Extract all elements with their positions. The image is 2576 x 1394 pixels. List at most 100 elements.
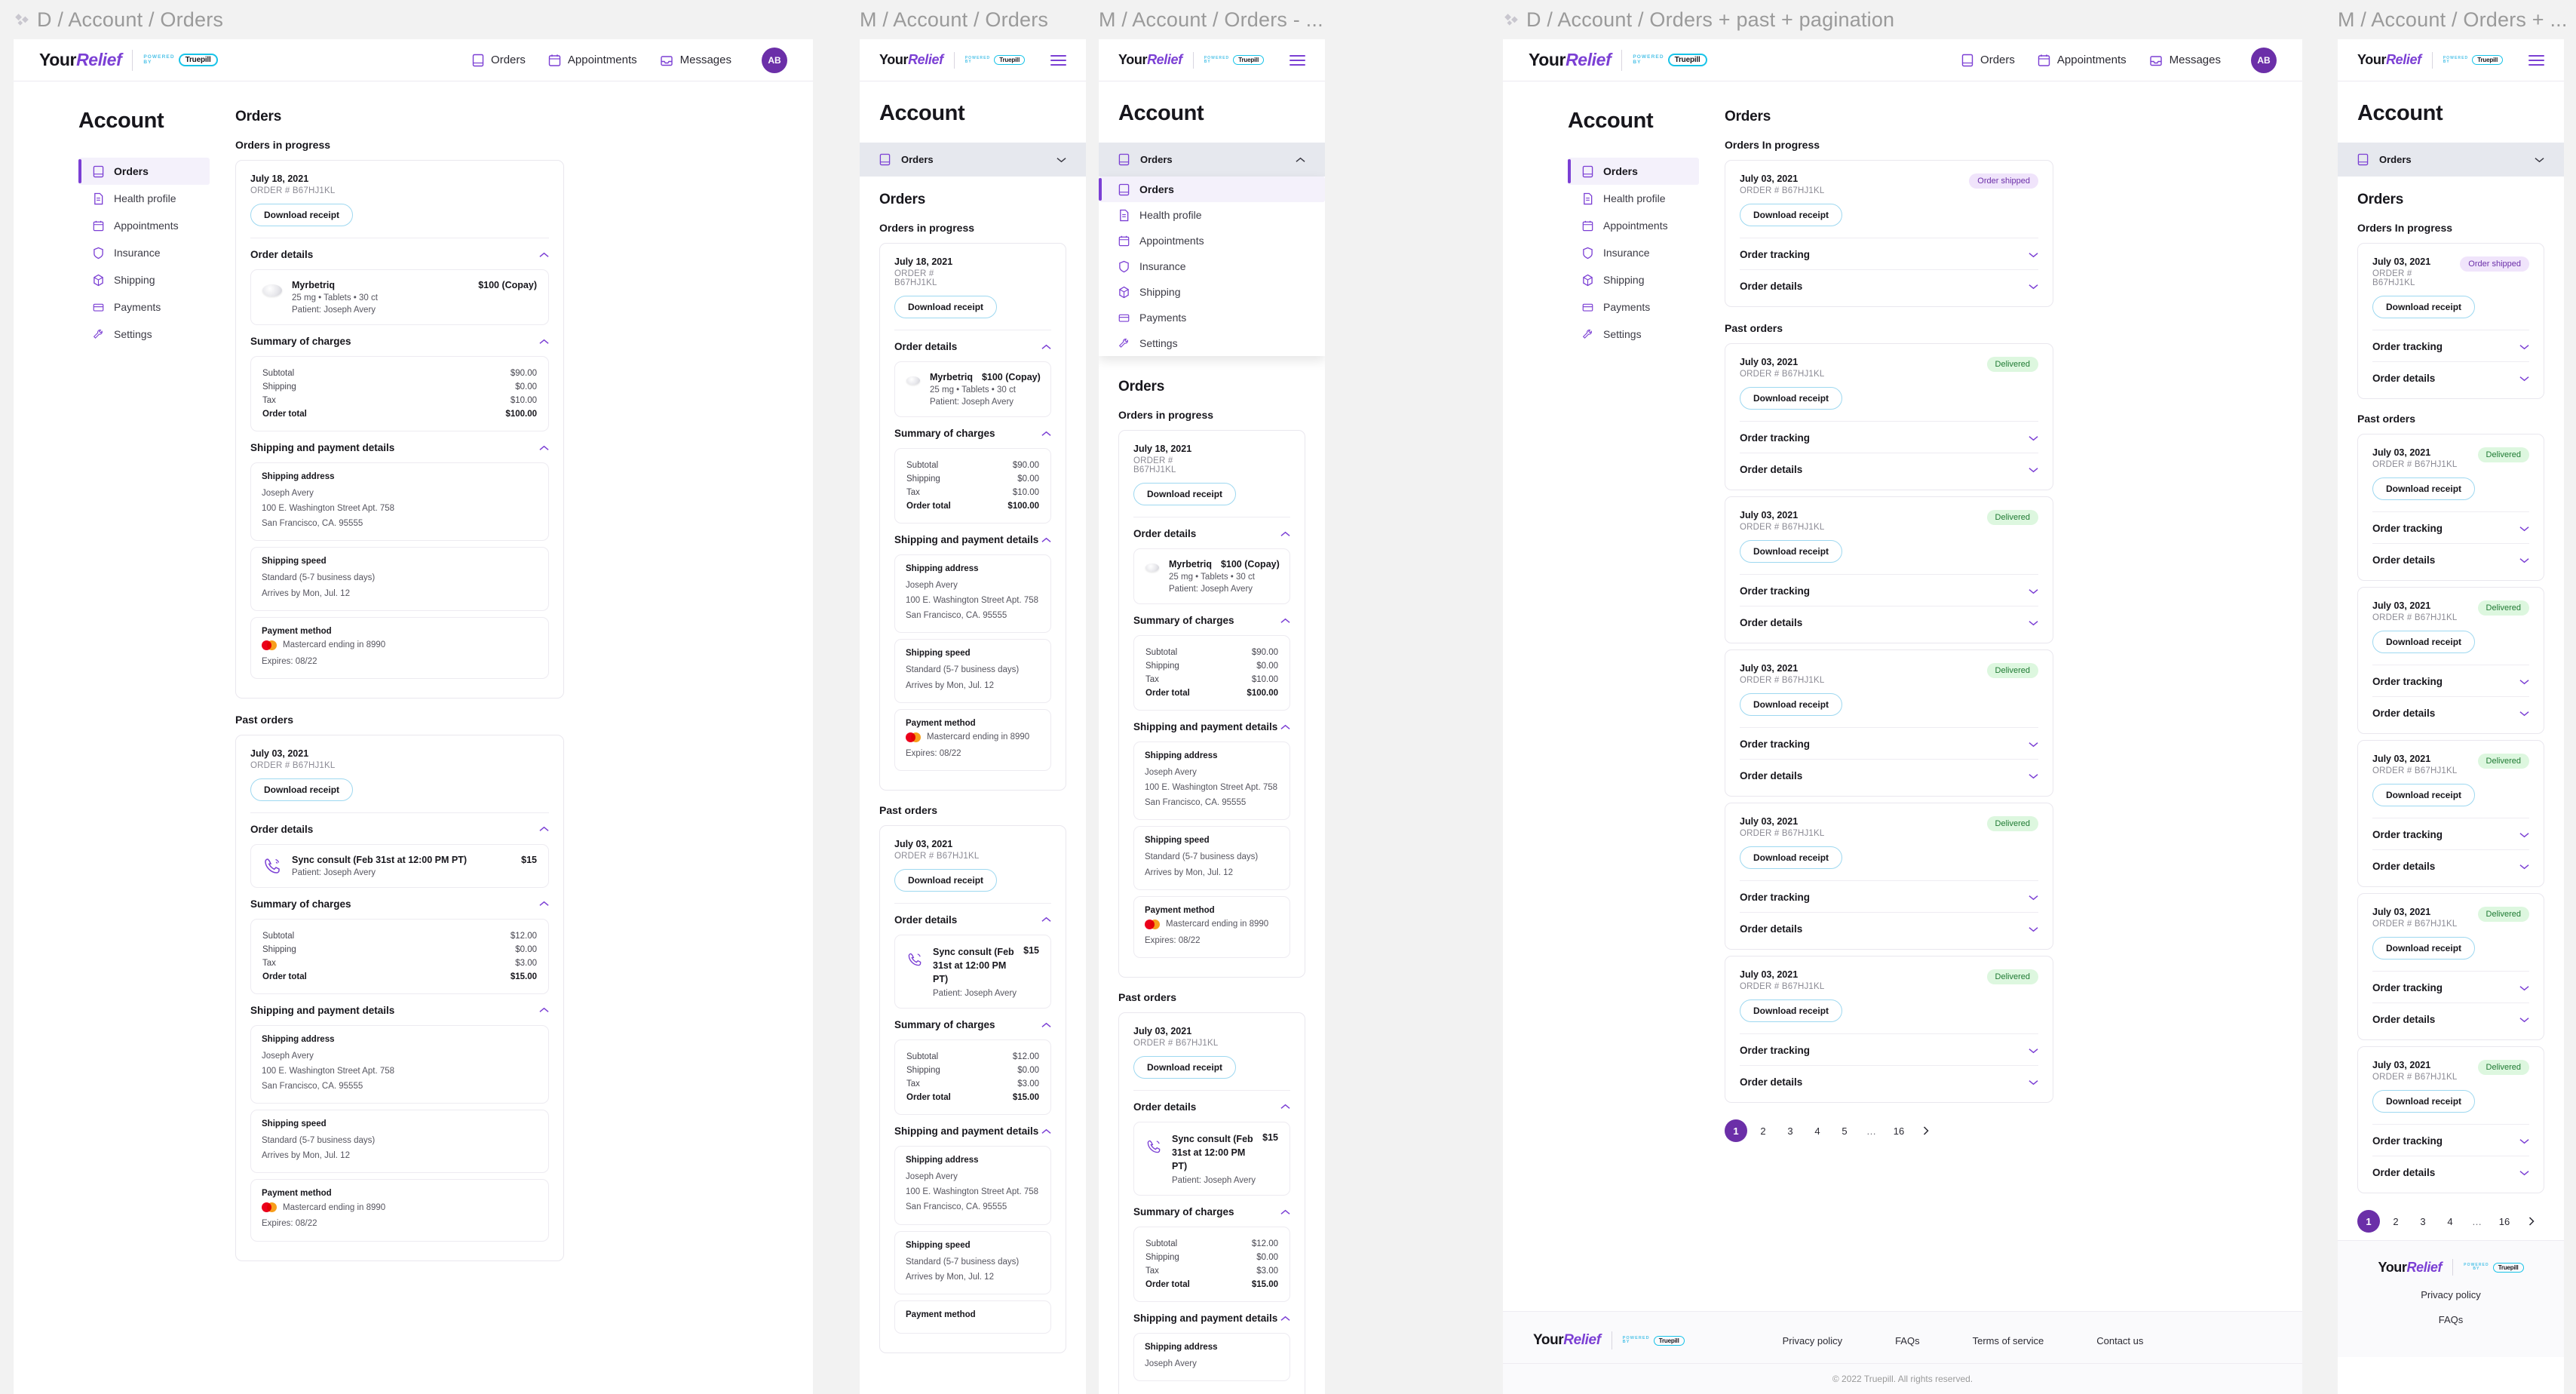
download-receipt-button[interactable]: Download receipt [1740, 846, 1843, 869]
order-tracking-section-header[interactable]: Order tracking [2372, 512, 2529, 543]
download-receipt-button[interactable]: Download receipt [2372, 1090, 2476, 1113]
sidebar-item-health-profile[interactable]: Health profile [1568, 185, 1699, 212]
sidebar-item-orders[interactable]: Orders [1099, 177, 1325, 202]
sidebar-item-appointments[interactable]: Appointments [78, 212, 210, 239]
sidebar-item-orders[interactable]: Orders [1568, 158, 1699, 185]
summary-section-header[interactable]: Summary of charges [894, 1009, 1051, 1039]
pagination-page[interactable]: 3 [2412, 1210, 2434, 1233]
nav-messages[interactable]: Messages [660, 54, 731, 66]
order-details-section-header[interactable]: Order details [2372, 544, 2529, 567]
footer-link-privacy[interactable]: Privacy policy [1783, 1335, 1842, 1346]
pagination-page[interactable]: 2 [1752, 1119, 1774, 1142]
order-details-section-header[interactable]: Order details [2372, 1003, 2529, 1027]
download-receipt-button[interactable]: Download receipt [894, 868, 998, 892]
download-receipt-button[interactable]: Download receipt [1740, 999, 1843, 1022]
sidebar-item-payments[interactable]: Payments [78, 293, 210, 321]
shipping-payment-section-header[interactable]: Shipping and payment details [250, 994, 549, 1025]
sidebar-item-appointments[interactable]: Appointments [1568, 212, 1699, 239]
shipping-payment-section-header[interactable]: Shipping and payment details [1133, 1302, 1290, 1333]
sidebar-item-orders[interactable]: Orders [78, 158, 210, 185]
brand-logo[interactable]: YourRelief POWERED BY Truepill [39, 49, 218, 71]
pagination-page[interactable]: 16 [2493, 1210, 2516, 1233]
pagination-next[interactable] [2520, 1210, 2543, 1233]
order-details-section-header[interactable]: Order details [2372, 362, 2529, 385]
pagination-page[interactable]: 1 [1725, 1119, 1747, 1142]
brand-logo[interactable]: YourRelief POWERED BY Truepill [1529, 49, 1707, 71]
download-receipt-button[interactable]: Download receipt [2372, 937, 2476, 960]
order-tracking-section-header[interactable]: Order tracking [1740, 728, 2038, 759]
download-receipt-button[interactable]: Download receipt [250, 204, 354, 226]
order-details-section-header[interactable]: Order details [2372, 697, 2529, 720]
download-receipt-button[interactable]: Download receipt [2372, 784, 2476, 806]
download-receipt-button[interactable]: Download receipt [1133, 483, 1237, 505]
download-receipt-button[interactable]: Download receipt [894, 296, 998, 318]
order-tracking-section-header[interactable]: Order tracking [2372, 665, 2529, 696]
sidebar-item-insurance[interactable]: Insurance [78, 239, 210, 266]
sidebar-item-payments[interactable]: Payments [1568, 293, 1699, 321]
pagination-page[interactable]: 5 [1833, 1119, 1856, 1142]
order-tracking-section-header[interactable]: Order tracking [2372, 818, 2529, 849]
footer-link-faqs[interactable]: FAQs [1895, 1335, 1920, 1346]
order-tracking-section-header[interactable]: Order tracking [1740, 881, 2038, 912]
download-receipt-button[interactable]: Download receipt [2372, 477, 2476, 500]
nav-orders[interactable]: Orders [472, 54, 526, 67]
summary-section-header[interactable]: Summary of charges [894, 417, 1051, 448]
pagination-page[interactable]: … [1860, 1119, 1883, 1142]
mobile-nav-select[interactable]: Orders [2338, 143, 2564, 177]
sidebar-item-appointments[interactable]: Appointments [1099, 228, 1325, 253]
shipping-payment-section-header[interactable]: Shipping and payment details [250, 431, 549, 462]
pagination-page[interactable]: 1 [2357, 1210, 2380, 1233]
order-details-section-header[interactable]: Order details [1740, 270, 2038, 293]
order-tracking-section-header[interactable]: Order tracking [2372, 972, 2529, 1003]
sidebar-item-shipping[interactable]: Shipping [1568, 266, 1699, 293]
order-tracking-section-header[interactable]: Order tracking [1740, 238, 2038, 269]
pagination-page[interactable]: 3 [1779, 1119, 1802, 1142]
pagination-next[interactable] [1915, 1119, 1937, 1142]
brand-logo[interactable]: YourRelief POWERED BY Truepill [879, 51, 1026, 69]
avatar[interactable]: AB [762, 47, 787, 73]
hamburger-menu-button[interactable] [1050, 54, 1066, 66]
download-receipt-button[interactable]: Download receipt [1740, 540, 1843, 563]
shipping-payment-section-header[interactable]: Shipping and payment details [1133, 711, 1290, 742]
order-tracking-section-header[interactable]: Order tracking [1740, 422, 2038, 453]
footer-link-privacy[interactable]: Privacy policy [2357, 1289, 2544, 1300]
download-receipt-button[interactable]: Download receipt [1740, 387, 1843, 410]
pagination-page[interactable]: 16 [1888, 1119, 1910, 1142]
download-receipt-button[interactable]: Download receipt [250, 778, 354, 801]
footer-link-terms[interactable]: Terms of service [1973, 1335, 2044, 1346]
nav-appointments[interactable]: Appointments [548, 54, 637, 67]
sidebar-item-settings[interactable]: Settings [1099, 330, 1325, 356]
download-receipt-button[interactable]: Download receipt [2372, 631, 2476, 653]
mobile-nav-select[interactable]: Orders [1099, 143, 1325, 177]
sidebar-item-insurance[interactable]: Insurance [1568, 239, 1699, 266]
summary-section-header[interactable]: Summary of charges [1133, 1196, 1290, 1227]
sidebar-item-health-profile[interactable]: Health profile [1099, 202, 1325, 228]
sidebar-item-settings[interactable]: Settings [78, 321, 210, 348]
shipping-payment-section-header[interactable]: Shipping and payment details [894, 1115, 1051, 1146]
order-details-section-header[interactable]: Order details [250, 238, 549, 269]
download-receipt-button[interactable]: Download receipt [2372, 296, 2476, 318]
hamburger-menu-button[interactable] [1290, 54, 1305, 66]
nav-appointments[interactable]: Appointments [2038, 54, 2127, 67]
summary-section-header[interactable]: Summary of charges [250, 888, 549, 919]
brand-logo[interactable]: YourRelief POWERED BY Truepill [1118, 51, 1265, 69]
sidebar-item-health-profile[interactable]: Health profile [78, 185, 210, 212]
brand-logo[interactable]: YourRelief POWERED BY Truepill [2357, 51, 2504, 69]
mobile-nav-select[interactable]: Orders [860, 143, 1086, 177]
nav-orders[interactable]: Orders [1961, 54, 2015, 67]
order-details-section-header[interactable]: Order details [1740, 760, 2038, 783]
sidebar-item-insurance[interactable]: Insurance [1099, 253, 1325, 279]
summary-section-header[interactable]: Summary of charges [250, 325, 549, 356]
pagination-page[interactable]: 2 [2384, 1210, 2407, 1233]
order-tracking-section-header[interactable]: Order tracking [1740, 1034, 2038, 1065]
order-details-section-header[interactable]: Order details [1740, 606, 2038, 630]
order-details-section-header[interactable]: Order details [894, 904, 1051, 935]
sidebar-item-shipping[interactable]: Shipping [78, 266, 210, 293]
order-tracking-section-header[interactable]: Order tracking [2372, 330, 2529, 361]
order-details-section-header[interactable]: Order details [894, 330, 1051, 361]
summary-section-header[interactable]: Summary of charges [1133, 604, 1290, 635]
order-details-section-header[interactable]: Order details [1133, 517, 1290, 548]
sidebar-item-payments[interactable]: Payments [1099, 305, 1325, 330]
shipping-payment-section-header[interactable]: Shipping and payment details [894, 524, 1051, 554]
footer-link-contact[interactable]: Contact us [2096, 1335, 2143, 1346]
